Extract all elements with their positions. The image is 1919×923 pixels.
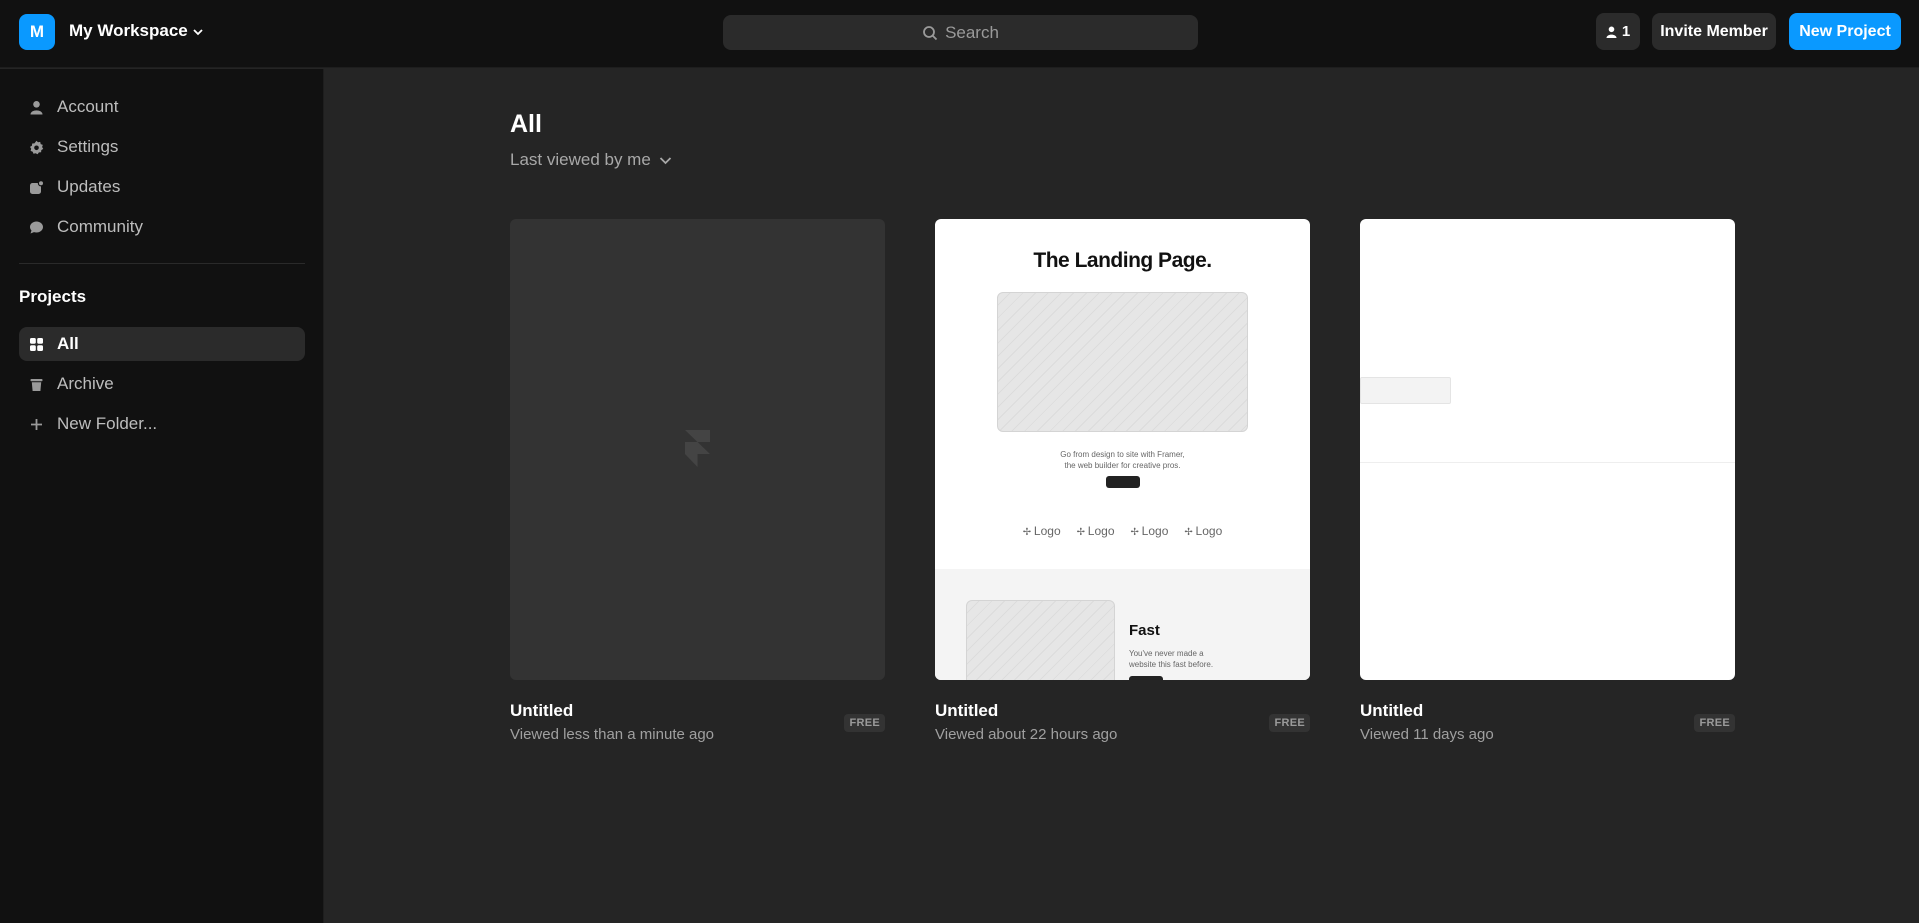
preview-subtitle-line: Go from design to site with Framer,: [1060, 450, 1185, 459]
preview-feature-button: [1129, 676, 1163, 680]
plan-badge: FREE: [844, 714, 885, 732]
members-button[interactable]: 1: [1596, 13, 1640, 50]
invite-member-button[interactable]: Invite Member: [1652, 13, 1776, 50]
sidebar-item-label: Settings: [57, 137, 119, 156]
user-icon: [1606, 26, 1617, 38]
preview-divider: [1360, 462, 1735, 463]
project-name: Untitled: [1360, 701, 1424, 720]
preview-element: [1360, 377, 1451, 404]
preview-feature-section: Fast You've never made a website this fa…: [935, 569, 1310, 680]
framer-logo-icon: [685, 430, 710, 467]
grid-icon: [28, 336, 45, 353]
project-last-viewed: Viewed less than a minute ago: [510, 726, 715, 743]
preview-logo: Logo: [1023, 524, 1061, 538]
preview-logo: Logo: [1131, 524, 1169, 538]
preview-feature-line: You've never made a: [1129, 649, 1204, 658]
sidebar-item-label: New Folder...: [57, 414, 158, 433]
workspace-avatar[interactable]: M: [19, 14, 55, 50]
search-bar[interactable]: Search: [723, 15, 1198, 50]
project-last-viewed: Viewed 11 days ago: [1360, 726, 1494, 743]
sidebar-item-new-folder[interactable]: New Folder...: [19, 407, 305, 441]
preview-feature-title: Fast: [1129, 622, 1160, 639]
chevron-down-icon[interactable]: [192, 27, 204, 37]
sidebar-item-community[interactable]: Community: [19, 210, 305, 244]
sidebar-item-label: Updates: [57, 177, 121, 196]
preview-subtitle: Go from design to site with Framer, the …: [935, 449, 1310, 471]
project-card[interactable]: Untitled Viewed less than a minute ago F…: [510, 219, 885, 743]
project-card[interactable]: The Landing Page. Go from design to site…: [935, 219, 1310, 743]
project-thumbnail[interactable]: [1360, 219, 1735, 680]
preview-title: The Landing Page.: [1033, 249, 1212, 272]
project-name: Untitled: [510, 701, 574, 720]
chat-bubble-icon: [28, 219, 45, 236]
workspace-name[interactable]: My Workspace: [69, 21, 188, 41]
sidebar-item-account[interactable]: Account: [19, 90, 305, 124]
sidebar-item-all[interactable]: All: [19, 327, 305, 361]
project-card[interactable]: Untitled Viewed 11 days ago FREE: [1360, 219, 1735, 743]
sidebar-item-label: Community: [57, 217, 143, 236]
plus-icon: [28, 416, 45, 433]
gear-icon: [28, 139, 45, 156]
sidebar-divider: [19, 263, 305, 264]
preview-subtitle-line: the web builder for creative pros.: [1064, 461, 1181, 470]
project-thumbnail[interactable]: [510, 219, 885, 680]
sort-label: Last viewed by me: [510, 150, 651, 169]
preview-hero-image: [997, 292, 1248, 432]
sidebar-item-label: All: [57, 334, 79, 353]
preview-logo: Logo: [1184, 524, 1223, 538]
top-bar: M My Workspace Search 1 Invite Member Ne…: [0, 0, 1919, 68]
trash-icon: [28, 376, 45, 393]
preview-logo: Logo: [1077, 524, 1115, 538]
sidebar-item-settings[interactable]: Settings: [19, 130, 305, 164]
sidebar: Account Settings Updates Community Proje…: [0, 69, 324, 923]
project-thumbnail[interactable]: The Landing Page. Go from design to site…: [935, 219, 1310, 680]
project-name: Untitled: [935, 701, 999, 720]
sidebar-item-updates[interactable]: Updates: [19, 170, 305, 204]
projects-section-title: Projects: [19, 287, 87, 306]
updates-icon: [28, 179, 45, 196]
new-project-button[interactable]: New Project: [1789, 13, 1901, 50]
search-icon: [923, 25, 938, 40]
sidebar-item-label: Account: [57, 97, 119, 116]
user-icon: [28, 99, 45, 116]
preview-feature-image: [966, 600, 1115, 680]
preview-feature-line: website this fast before.: [1129, 660, 1214, 669]
sort-dropdown[interactable]: Last viewed by me: [510, 150, 672, 170]
sidebar-item-archive[interactable]: Archive: [19, 367, 305, 401]
chevron-down-icon: [659, 156, 671, 164]
plan-badge: FREE: [1269, 714, 1310, 732]
sidebar-item-label: Archive: [57, 374, 114, 393]
preview-feature-text: You've never made a website this fast be…: [1129, 648, 1213, 670]
project-last-viewed: Viewed about 22 hours ago: [935, 726, 1118, 743]
member-count: 1: [1621, 23, 1631, 40]
page-title: All: [510, 110, 542, 138]
preview-logo-row: Logo Logo Logo Logo: [935, 524, 1310, 538]
preview-button: [1106, 476, 1140, 488]
search-label: Search: [945, 22, 999, 42]
plan-badge: FREE: [1694, 714, 1735, 732]
